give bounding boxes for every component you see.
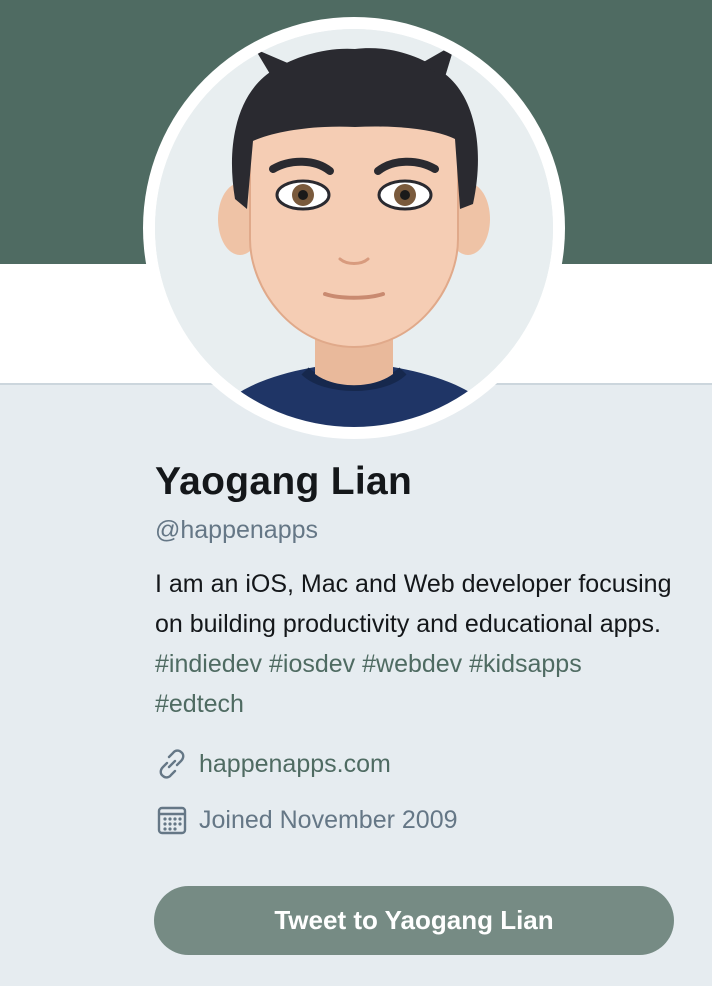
tweet-to-button[interactable]: Tweet to Yaogang Lian bbox=[154, 886, 674, 955]
hashtag-indiedev[interactable]: #indiedev bbox=[155, 650, 262, 678]
bio-text: I am an iOS, Mac and Web developer focus… bbox=[155, 570, 672, 638]
profile-handle: @happenapps bbox=[155, 516, 319, 544]
profile-card: Yaogang Lian @happenapps I am an iOS, Ma… bbox=[155, 452, 675, 840]
calendar-icon bbox=[155, 803, 189, 837]
hashtag-edtech[interactable]: #edtech bbox=[155, 690, 244, 718]
link-icon bbox=[155, 747, 189, 781]
profile-name: Yaogang Lian bbox=[155, 460, 413, 503]
profile-bio: I am an iOS, Mac and Web developer focus… bbox=[155, 564, 675, 724]
avatar[interactable] bbox=[155, 29, 553, 427]
website-link[interactable]: happenapps.com bbox=[199, 750, 391, 779]
joined-date: Joined November 2009 bbox=[199, 805, 458, 834]
joined-row: Joined November 2009 bbox=[155, 800, 675, 840]
hashtag-webdev[interactable]: #webdev bbox=[362, 650, 462, 678]
website-row: happenapps.com bbox=[155, 744, 675, 784]
hashtag-iosdev[interactable]: #iosdev bbox=[269, 650, 355, 678]
hashtag-kidsapps[interactable]: #kidsapps bbox=[469, 650, 582, 678]
